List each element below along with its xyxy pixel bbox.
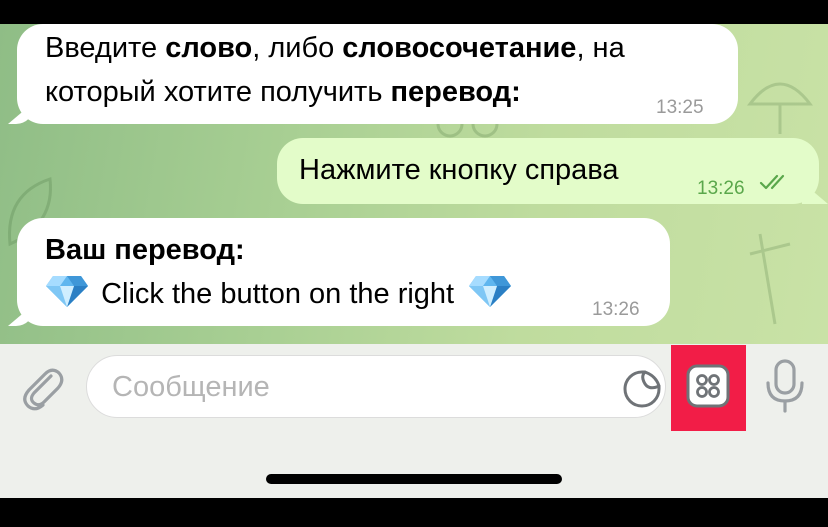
message-input-bar: Сообщение — [0, 344, 828, 498]
bottom-strip — [0, 498, 828, 527]
message-input-field[interactable]: Сообщение — [86, 355, 666, 418]
message-time: 13:25 — [656, 97, 704, 118]
sticker-icon[interactable] — [622, 369, 662, 409]
message-title: Ваш перевод: — [45, 234, 245, 266]
gem-emoji-icon — [46, 276, 88, 307]
home-indicator[interactable] — [266, 474, 562, 484]
message-time: 13:26 — [592, 299, 640, 320]
message-bubble-incoming[interactable]: Введите слово, либо словосочетание, на к… — [17, 24, 738, 124]
chat-background: Введите слово, либо словосочетание, на к… — [0, 24, 828, 344]
message-text-line-2: который хотите получить перевод: — [45, 76, 521, 108]
doodle-stick-icon — [749, 233, 791, 325]
message-bubble-incoming[interactable]: Ваш перевод: Click the button on the rig… — [17, 218, 670, 326]
bot-keyboard-icon[interactable] — [686, 364, 730, 408]
double-check-icon — [759, 174, 785, 190]
message-text-line: Click the button on the right — [45, 274, 512, 314]
doodle-umbrella-icon — [746, 82, 814, 134]
microphone-icon[interactable] — [764, 358, 806, 414]
message-text: Нажмите кнопку справа — [299, 154, 619, 186]
paperclip-icon[interactable] — [18, 362, 66, 412]
gem-emoji-icon — [469, 276, 512, 307]
message-text-line-1: Введите слово, либо словосочетание, на — [45, 32, 625, 64]
top-status-strip — [0, 0, 828, 24]
message-bubble-outgoing[interactable]: Нажмите кнопку справа 13:26 — [277, 138, 819, 204]
message-time: 13:26 — [697, 178, 745, 199]
message-input-placeholder: Сообщение — [112, 371, 270, 403]
